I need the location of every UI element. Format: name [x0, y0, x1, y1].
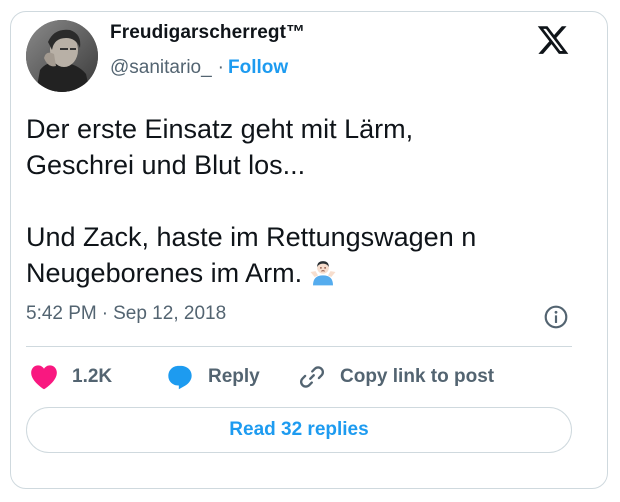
profile-photo: [26, 20, 98, 92]
tweet-line: Und Zack, haste im Rettungswagen n: [26, 222, 477, 252]
divider: [26, 346, 572, 347]
separator-dot: ·: [101, 303, 109, 324]
info-icon[interactable]: [543, 304, 569, 330]
read-replies-button[interactable]: Read 32 replies: [26, 407, 572, 453]
heart-icon: [31, 365, 57, 390]
display-name[interactable]: Freudigarscherregt™: [110, 22, 305, 44]
like-count: 1.2K: [72, 366, 113, 387]
tweet-time: 5:42 PM: [26, 303, 97, 324]
tweet-date: Sep 12, 2018: [113, 303, 227, 324]
tweet-timestamp[interactable]: 5:42 PM · Sep 12, 2018: [26, 303, 226, 325]
copy-link-label: Copy link to post: [340, 366, 495, 387]
avatar[interactable]: [26, 20, 98, 92]
copy-link-button[interactable]: Copy link to post: [298, 360, 494, 394]
tweet-line: Geschrei und Blut los...: [26, 150, 306, 180]
person-shrugging-emoji: [308, 257, 338, 287]
tweet-line-with-emoji: Neugeborenes im Arm.: [26, 255, 576, 291]
tweet-text: Der erste Einsatz geht mit Lärm, Geschre…: [26, 111, 576, 291]
link-icon: [299, 366, 325, 388]
reply-bubble-icon: [168, 365, 192, 390]
action-bar: 1.2K Reply Copy link to post: [26, 360, 572, 394]
user-handle[interactable]: @sanitario_: [110, 57, 212, 78]
like-button[interactable]: 1.2K: [30, 360, 112, 394]
x-logo-icon[interactable]: [536, 23, 570, 57]
tweet-line: Neugeborenes im Arm.: [26, 258, 303, 288]
reply-button[interactable]: Reply: [166, 360, 260, 394]
tweet-line: Der erste Einsatz geht mit Lärm,: [26, 114, 414, 144]
follow-button[interactable]: Follow: [228, 57, 288, 78]
reply-label: Reply: [208, 366, 260, 387]
handle-row: @sanitario_ · Follow: [110, 57, 288, 79]
separator-dot: ·: [217, 57, 224, 78]
